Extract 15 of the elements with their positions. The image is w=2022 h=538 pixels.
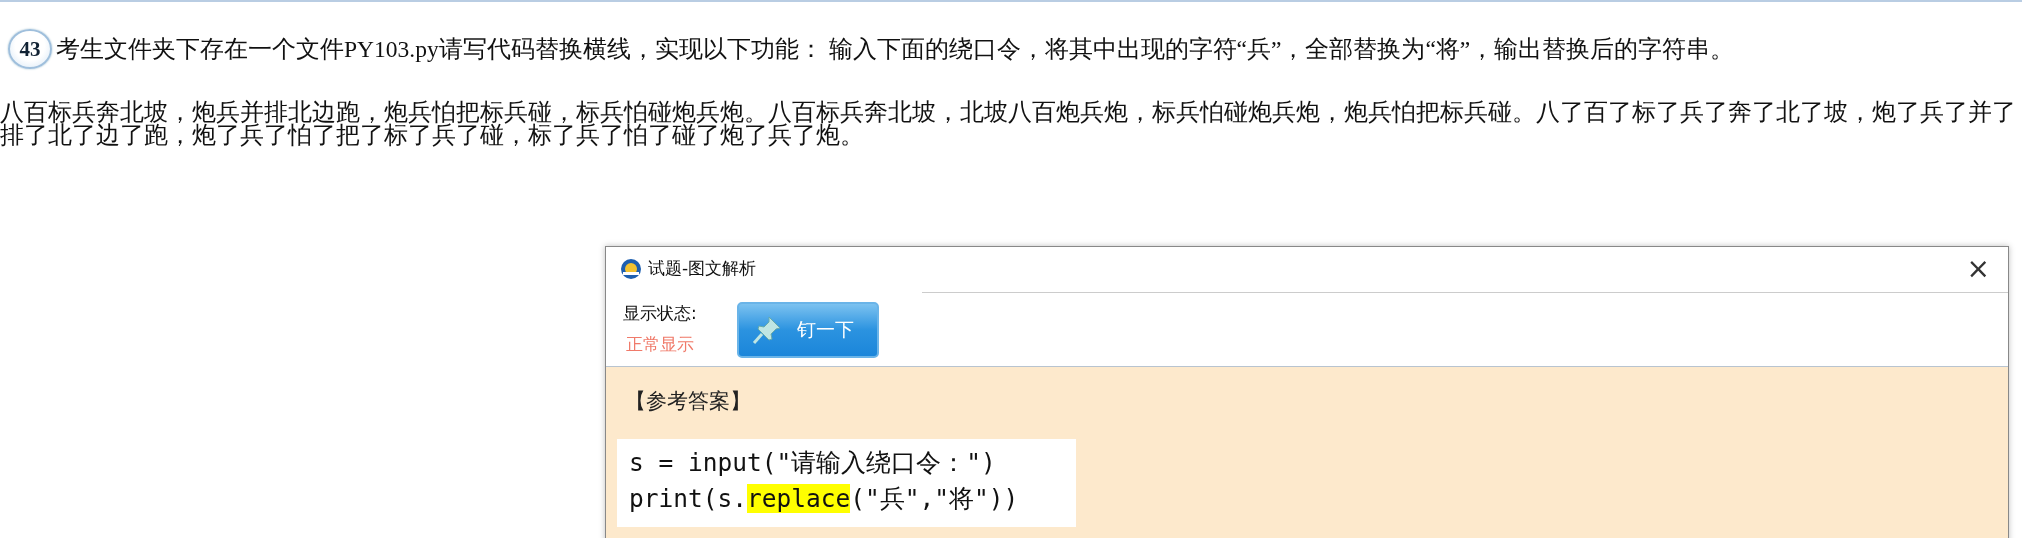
status-value: 正常显示 [625,332,695,356]
code-text: ("兵","将")) [850,484,1019,513]
paragraph-line: 八百标兵奔北坡，炮兵并排北边跑，炮兵怕把标兵碰，标兵怕碰炮兵炮。八百标兵奔北坡，北坡八百炮兵炮，标兵怕碰炮兵炮，炮兵怕把标兵碰。八了百了标了兵了奔了北了坡，炮了兵了并了 [0,100,2017,123]
code-text: replace [747,484,851,513]
status-label: 显示状态: [623,301,697,325]
app-logo-icon [620,257,642,280]
code-text: print(s. [629,484,747,513]
paragraph-line: 排了北了边了跑，炮了兵了怕了把了标了兵了碰，标了兵了怕了碰了炮了兵了炮。 [0,123,865,146]
question-text: 考生文件夹下存在一个文件PY103.py请写代码替换横线，实现以下功能： 输入下面的绕口令，将其中出现的字符“兵”，全部替换为“将”，输出替换后的字符串。 [56,35,1735,64]
dialog-title: 试题-图文解析 [648,257,758,281]
close-button[interactable]: × [1958,252,1998,286]
pushpin-icon [752,316,781,344]
answer-heading: 【参考答案】 [625,388,752,415]
question-number: 43 [8,29,52,69]
code-text: s = input("请输入绕口令：") [629,448,996,477]
